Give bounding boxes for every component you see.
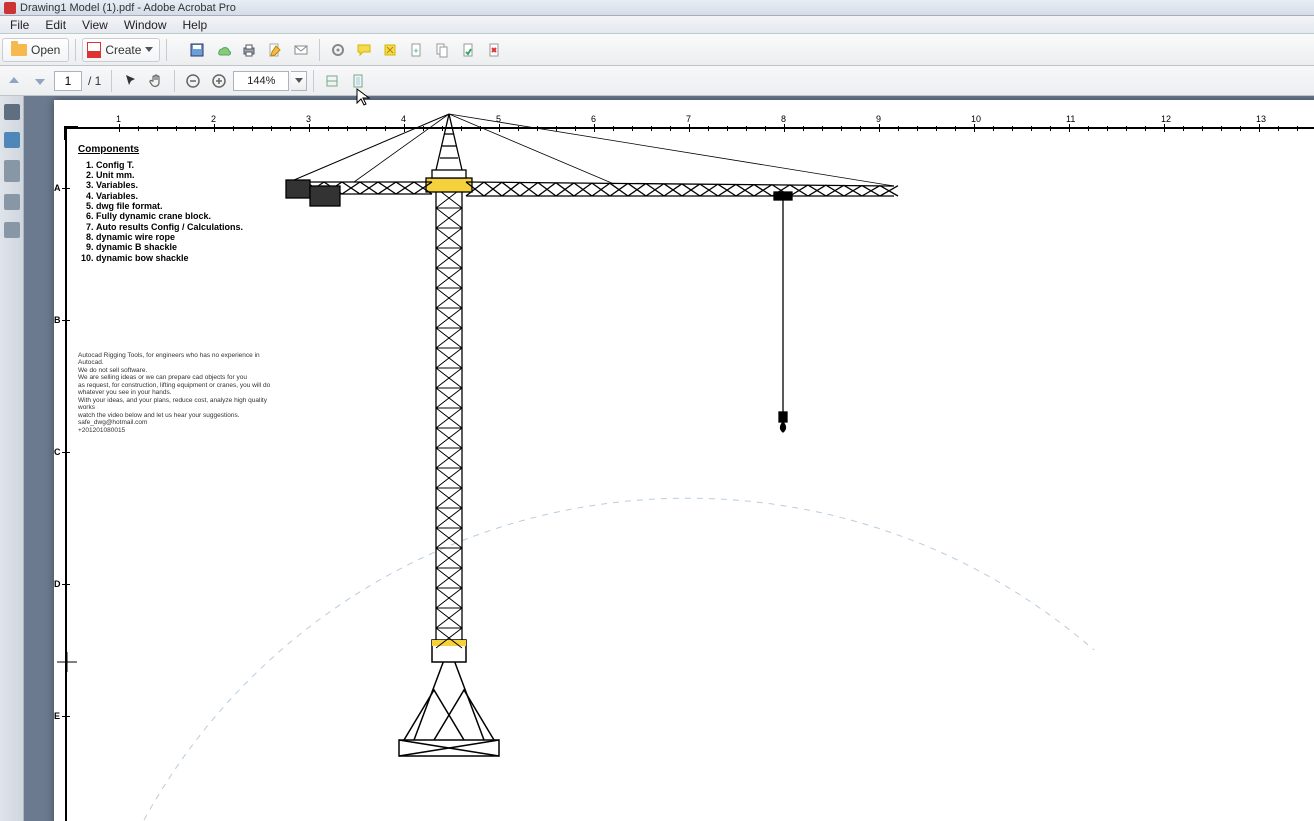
thumbnails-icon[interactable]	[4, 104, 20, 120]
comment-icon[interactable]	[352, 38, 376, 62]
menu-edit[interactable]: Edit	[37, 18, 74, 32]
edit-icon[interactable]	[263, 38, 287, 62]
crane-drawing	[54, 100, 1314, 821]
cloud-icon[interactable]	[211, 38, 235, 62]
separator	[75, 39, 76, 61]
zoom-value[interactable]: 144%	[233, 71, 289, 91]
zoom-in-icon[interactable]	[207, 69, 231, 93]
page-extract-icon[interactable]	[430, 38, 454, 62]
gear-icon[interactable]	[326, 38, 350, 62]
layers-icon[interactable]	[4, 222, 20, 238]
page-insert-icon[interactable]: +	[404, 38, 428, 62]
zoom-dropdown[interactable]	[291, 71, 307, 91]
menubar: File Edit View Window Help	[0, 16, 1314, 34]
page-input[interactable]	[54, 71, 82, 91]
print-icon[interactable]	[237, 38, 261, 62]
page-down-icon[interactable]	[28, 69, 52, 93]
fit-width-icon[interactable]	[320, 69, 344, 93]
page-total: / 1	[84, 74, 105, 88]
create-label: Create	[105, 43, 141, 57]
titlebar: Drawing1 Model (1).pdf - Adobe Acrobat P…	[0, 0, 1314, 16]
hand-tool-icon[interactable]	[144, 69, 168, 93]
menu-file[interactable]: File	[2, 18, 37, 32]
nav-toolbar: / 1 144%	[0, 66, 1314, 96]
document-viewport[interactable]: 12345678910111213 ABCDE Components Confi…	[24, 96, 1314, 821]
menu-view[interactable]: View	[74, 18, 116, 32]
zoom-out-icon[interactable]	[181, 69, 205, 93]
menu-window[interactable]: Window	[116, 18, 175, 32]
select-tool-icon[interactable]	[118, 69, 142, 93]
svg-text:+: +	[414, 46, 419, 56]
side-panel	[0, 96, 24, 821]
chevron-down-icon	[145, 47, 153, 52]
separator	[313, 70, 314, 92]
folder-icon	[11, 44, 27, 56]
app-icon	[4, 2, 16, 14]
mail-icon[interactable]	[289, 38, 313, 62]
create-button[interactable]: Create	[82, 38, 160, 62]
attachments-icon[interactable]	[4, 160, 20, 182]
separator	[166, 39, 167, 61]
pdf-page: 12345678910111213 ABCDE Components Confi…	[54, 100, 1314, 821]
separator	[174, 70, 175, 92]
chevron-down-icon	[295, 78, 303, 83]
separator	[319, 39, 320, 61]
save-icon[interactable]	[185, 38, 209, 62]
separator	[111, 70, 112, 92]
bookmarks-icon[interactable]	[4, 132, 20, 148]
page-delete-icon[interactable]	[482, 38, 506, 62]
fit-page-icon[interactable]	[346, 69, 370, 93]
stamp-icon[interactable]	[378, 38, 402, 62]
menu-help[interactable]: Help	[175, 18, 216, 32]
open-label: Open	[31, 43, 60, 57]
pdf-icon	[87, 42, 101, 58]
open-button[interactable]: Open	[2, 38, 69, 62]
signatures-icon[interactable]	[4, 194, 20, 210]
window-title: Drawing1 Model (1).pdf - Adobe Acrobat P…	[20, 2, 236, 14]
page-up-icon[interactable]	[2, 69, 26, 93]
page-export-icon[interactable]	[456, 38, 480, 62]
main-toolbar: Open Create +	[0, 34, 1314, 66]
